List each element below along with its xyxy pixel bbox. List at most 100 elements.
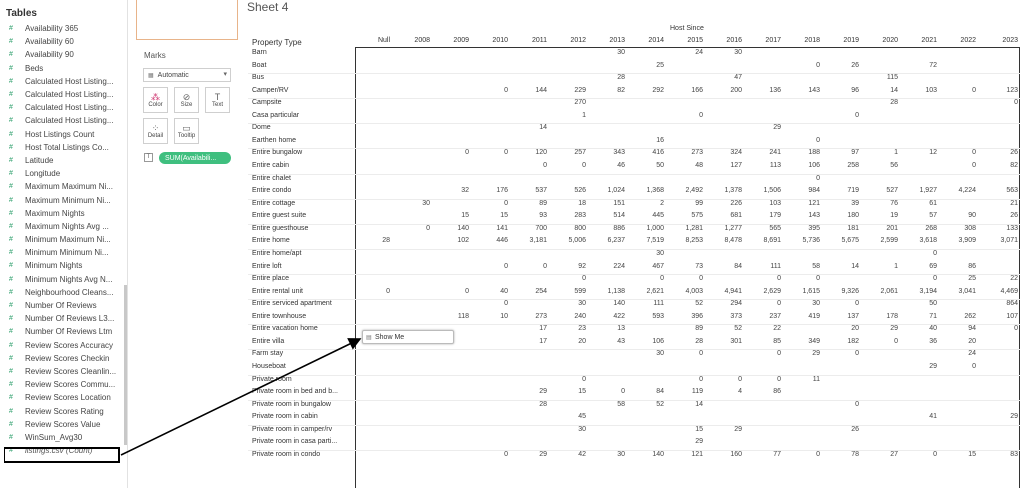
- table-cell[interactable]: 118: [439, 313, 469, 320]
- table-cell[interactable]: 50: [907, 300, 937, 307]
- table-cell[interactable]: 29: [712, 426, 742, 433]
- table-cell[interactable]: 0: [907, 451, 937, 458]
- table-cell[interactable]: 103: [751, 200, 781, 207]
- row-label[interactable]: Entire bungalow: [252, 149, 302, 156]
- table-cell[interactable]: 14: [517, 124, 547, 131]
- field-item[interactable]: # Review Scores Cleanlin...: [0, 365, 127, 378]
- table-cell[interactable]: 0: [478, 263, 508, 270]
- table-cell[interactable]: 181: [829, 225, 859, 232]
- table-cell[interactable]: 0: [439, 288, 469, 295]
- table-cell[interactable]: 15: [673, 426, 703, 433]
- table-cell[interactable]: 29: [907, 363, 937, 370]
- table-cell[interactable]: 2,061: [868, 288, 898, 295]
- table-cell[interactable]: 0: [946, 149, 976, 156]
- table-cell[interactable]: 28: [360, 237, 390, 244]
- table-cell[interactable]: 82: [988, 162, 1018, 169]
- table-cell[interactable]: 23: [556, 325, 586, 332]
- year-header[interactable]: 2009: [439, 37, 469, 44]
- field-item[interactable]: # Minimum Nights: [0, 259, 127, 272]
- table-cell[interactable]: 24: [946, 350, 976, 357]
- size-button[interactable]: ⊘ Size: [174, 87, 199, 113]
- table-cell[interactable]: 8,691: [751, 237, 781, 244]
- table-cell[interactable]: 89: [673, 325, 703, 332]
- row-label[interactable]: Private room in condo: [252, 451, 320, 458]
- table-cell[interactable]: 15: [946, 451, 976, 458]
- table-cell[interactable]: 28: [595, 74, 625, 81]
- table-cell[interactable]: 17: [517, 338, 547, 345]
- field-item[interactable]: # Review Scores Location: [0, 391, 127, 404]
- table-cell[interactable]: 13: [595, 325, 625, 332]
- year-header[interactable]: 2017: [751, 37, 781, 44]
- table-cell[interactable]: 30: [556, 300, 586, 307]
- table-cell[interactable]: 0: [868, 338, 898, 345]
- table-cell[interactable]: 136: [751, 87, 781, 94]
- table-cell[interactable]: 416: [634, 149, 664, 156]
- year-header[interactable]: 2008: [400, 37, 430, 44]
- row-label[interactable]: Houseboat: [252, 363, 286, 370]
- table-cell[interactable]: 52: [712, 325, 742, 332]
- table-cell[interactable]: 85: [751, 338, 781, 345]
- field-item[interactable]: # Calculated Host Listing...: [0, 75, 127, 88]
- table-cell[interactable]: 26: [988, 149, 1018, 156]
- table-cell[interactable]: 3,071: [988, 237, 1018, 244]
- row-label[interactable]: Entire chalet: [252, 175, 291, 182]
- table-cell[interactable]: 0: [751, 350, 781, 357]
- field-item[interactable]: # Review Scores Commu...: [0, 378, 127, 391]
- table-cell[interactable]: 200: [712, 87, 742, 94]
- table-cell[interactable]: 257: [556, 149, 586, 156]
- table-cell[interactable]: 29: [790, 350, 820, 357]
- table-cell[interactable]: 292: [634, 87, 664, 94]
- table-cell[interactable]: 144: [517, 87, 547, 94]
- table-cell[interactable]: 86: [946, 263, 976, 270]
- table-cell[interactable]: 29: [868, 325, 898, 332]
- table-cell[interactable]: 96: [829, 87, 859, 94]
- sum-availability-pill[interactable]: SUM(Availabili...: [159, 152, 231, 164]
- table-cell[interactable]: 3,618: [907, 237, 937, 244]
- table-cell[interactable]: 5,736: [790, 237, 820, 244]
- table-cell[interactable]: 176: [478, 187, 508, 194]
- table-cell[interactable]: 258: [829, 162, 859, 169]
- table-cell[interactable]: 58: [790, 263, 820, 270]
- table-cell[interactable]: 467: [634, 263, 664, 270]
- table-cell[interactable]: 8,253: [673, 237, 703, 244]
- table-cell[interactable]: 593: [634, 313, 664, 320]
- table-cell[interactable]: 0: [946, 162, 976, 169]
- table-cell[interactable]: 111: [634, 300, 664, 307]
- table-cell[interactable]: 0: [478, 87, 508, 94]
- year-header[interactable]: 2021: [907, 37, 937, 44]
- row-label[interactable]: Entire home: [252, 237, 290, 244]
- table-cell[interactable]: 58: [595, 401, 625, 408]
- table-cell[interactable]: 0: [673, 376, 703, 383]
- table-cell[interactable]: 20: [946, 338, 976, 345]
- table-cell[interactable]: 50: [634, 162, 664, 169]
- field-item[interactable]: # Number Of Reviews: [0, 299, 127, 312]
- table-cell[interactable]: 3,181: [517, 237, 547, 244]
- field-item[interactable]: # Calculated Host Listing...: [0, 114, 127, 127]
- table-cell[interactable]: 29: [517, 388, 547, 395]
- table-cell[interactable]: 1,000: [634, 225, 664, 232]
- table-cell[interactable]: 0: [556, 376, 586, 383]
- table-cell[interactable]: 229: [556, 87, 586, 94]
- table-cell[interactable]: 537: [517, 187, 547, 194]
- table-cell[interactable]: 4: [712, 388, 742, 395]
- table-cell[interactable]: 102: [439, 237, 469, 244]
- table-cell[interactable]: 29: [517, 451, 547, 458]
- table-cell[interactable]: 0: [829, 300, 859, 307]
- table-cell[interactable]: 30: [400, 200, 430, 207]
- year-header[interactable]: 2020: [868, 37, 898, 44]
- field-item[interactable]: # Maximum Nights: [0, 207, 127, 220]
- row-label[interactable]: Entire home/apt: [252, 250, 301, 257]
- table-cell[interactable]: 1,024: [595, 187, 625, 194]
- table-cell[interactable]: 0: [988, 325, 1018, 332]
- table-cell[interactable]: 52: [673, 300, 703, 307]
- table-cell[interactable]: 1,368: [634, 187, 664, 194]
- table-cell[interactable]: 30: [712, 49, 742, 56]
- table-cell[interactable]: 0: [556, 162, 586, 169]
- table-cell[interactable]: 15: [478, 212, 508, 219]
- table-cell[interactable]: 422: [595, 313, 625, 320]
- year-header[interactable]: 2013: [595, 37, 625, 44]
- row-label[interactable]: Entire vacation home: [252, 325, 318, 332]
- table-cell[interactable]: 106: [790, 162, 820, 169]
- table-cell[interactable]: 120: [517, 149, 547, 156]
- detail-button[interactable]: ⁘ Detail: [143, 118, 168, 144]
